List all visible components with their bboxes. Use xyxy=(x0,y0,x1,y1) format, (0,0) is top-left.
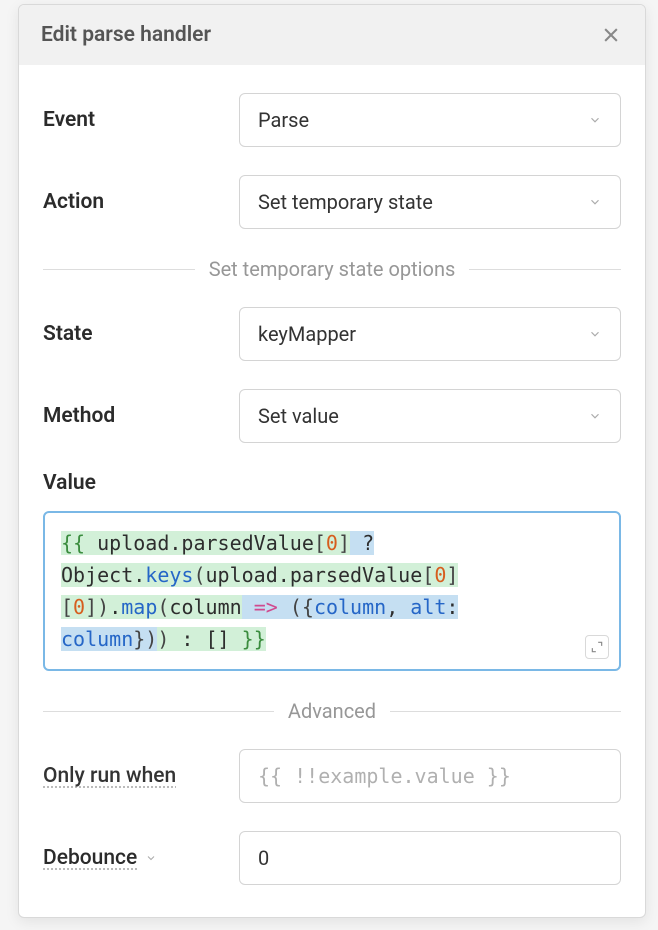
debounce-input[interactable] xyxy=(239,831,621,885)
divider-line xyxy=(43,269,195,270)
action-value: Set temporary state xyxy=(258,190,433,214)
value-code-input[interactable]: {{ upload.parsedValue[0] ? Object.keys(u… xyxy=(43,511,621,671)
expand-icon xyxy=(590,640,604,654)
state-value: keyMapper xyxy=(258,322,356,346)
close-button[interactable] xyxy=(599,23,623,47)
expand-button[interactable] xyxy=(585,635,609,659)
divider-line xyxy=(43,711,274,712)
modal-header: Edit parse handler xyxy=(19,5,645,65)
divider-line xyxy=(469,269,621,270)
debounce-label: Debounce xyxy=(43,846,223,870)
method-label: Method xyxy=(43,404,223,428)
only-run-input[interactable] xyxy=(239,749,621,803)
state-label: State xyxy=(43,322,223,346)
chevron-down-icon[interactable] xyxy=(145,852,157,864)
edit-handler-modal: Edit parse handler Event Parse Action Se… xyxy=(18,4,646,918)
divider-line xyxy=(390,711,621,712)
method-value: Set value xyxy=(258,404,339,428)
close-icon xyxy=(601,25,621,45)
modal-body: Event Parse Action Set temporary state S… xyxy=(19,65,645,917)
code-content: {{ upload.parsedValue[0] ? Object.keys(u… xyxy=(61,531,458,651)
divider-label: Set temporary state options xyxy=(209,257,456,281)
chevron-down-icon xyxy=(588,195,602,209)
method-row: Method Set value xyxy=(43,389,621,443)
method-select[interactable]: Set value xyxy=(239,389,621,443)
advanced-divider: Advanced xyxy=(43,699,621,723)
event-label: Event xyxy=(43,108,223,132)
only-run-label: Only run when xyxy=(43,764,223,788)
state-row: State keyMapper xyxy=(43,307,621,361)
action-label: Action xyxy=(43,190,223,214)
chevron-down-icon xyxy=(588,409,602,423)
action-select[interactable]: Set temporary state xyxy=(239,175,621,229)
event-value: Parse xyxy=(258,108,309,132)
state-select[interactable]: keyMapper xyxy=(239,307,621,361)
debounce-row: Debounce xyxy=(43,831,621,885)
event-select[interactable]: Parse xyxy=(239,93,621,147)
chevron-down-icon xyxy=(588,113,602,127)
event-row: Event Parse xyxy=(43,93,621,147)
modal-title: Edit parse handler xyxy=(41,23,211,47)
only-run-row: Only run when xyxy=(43,749,621,803)
divider-label: Advanced xyxy=(288,699,376,723)
action-row: Action Set temporary state xyxy=(43,175,621,229)
value-label: Value xyxy=(43,471,621,495)
chevron-down-icon xyxy=(588,327,602,341)
state-options-divider: Set temporary state options xyxy=(43,257,621,281)
